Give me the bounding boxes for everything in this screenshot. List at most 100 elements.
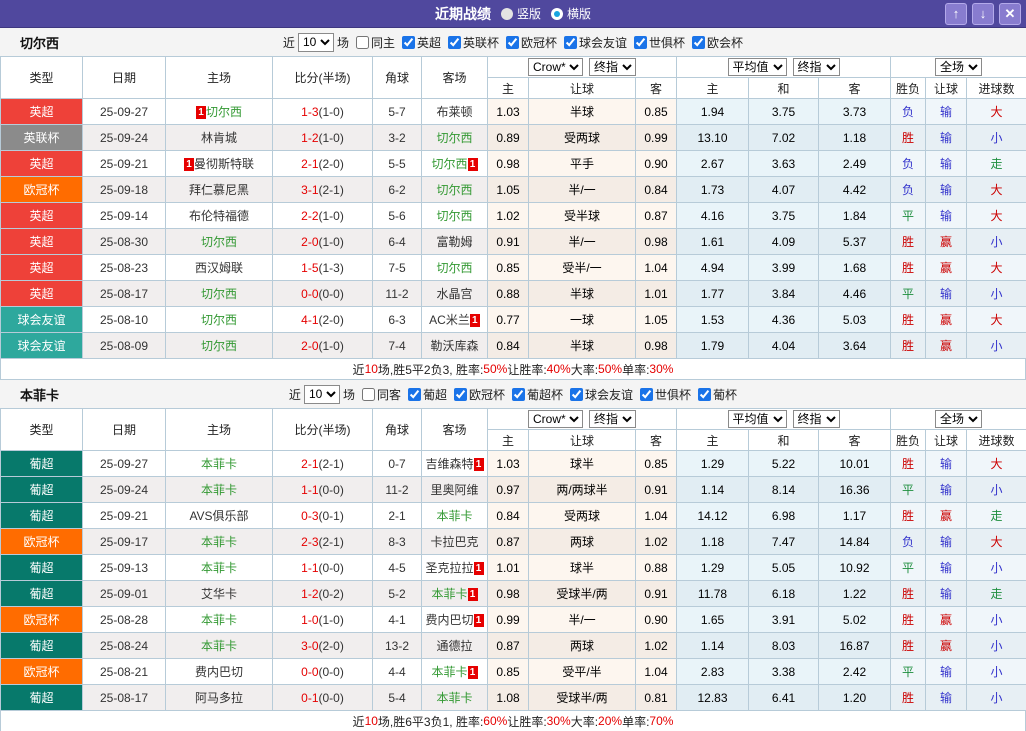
league-checkbox-label: 英联杯 xyxy=(462,35,499,50)
same-venue-checkbox[interactable]: 同客 xyxy=(358,386,401,403)
league-checkbox-input[interactable] xyxy=(407,387,421,401)
league-badge: 英超 xyxy=(0,254,83,281)
fulltime-score: 1-3 xyxy=(301,104,319,119)
layout-radio-vertical[interactable]: 竖版 xyxy=(500,5,541,22)
league-checkbox-葡超[interactable]: 葡超 xyxy=(404,386,447,403)
crown-home-odds: 0.84 xyxy=(487,332,529,359)
away-team: AC米兰 xyxy=(429,313,470,327)
league-checkbox-球会友谊[interactable]: 球会友谊 xyxy=(566,386,633,403)
league-checkbox-input[interactable] xyxy=(634,35,648,49)
odds-stage-select-2[interactable]: 终指 xyxy=(792,58,840,76)
odds-stage-select-2[interactable]: 终指 xyxy=(792,410,840,428)
radio-unselected-icon[interactable] xyxy=(500,7,513,20)
away-team: 水晶宫 xyxy=(436,287,473,301)
avg-draw-odds: 7.02 xyxy=(748,124,819,151)
same-venue-checkbox-input[interactable] xyxy=(355,35,369,49)
avg-draw-odds: 5.22 xyxy=(748,450,819,477)
home-team-cell: 艾华卡 xyxy=(165,580,273,607)
match-date: 25-08-17 xyxy=(82,684,166,711)
league-checkbox-input[interactable] xyxy=(447,35,461,49)
close-button[interactable]: ✕ xyxy=(999,3,1021,25)
sub-header-0: 主 xyxy=(487,77,529,99)
league-checkbox-input[interactable] xyxy=(564,35,578,49)
result-outcome: 平 xyxy=(890,202,927,229)
layout-radio-horizontal[interactable]: 横版 xyxy=(551,5,591,22)
titlebar: 近期战绩 竖版 横版 ↑ ↓ ✕ xyxy=(0,0,1026,28)
move-up-button[interactable]: ↑ xyxy=(945,3,967,25)
same-venue-checkbox-input[interactable] xyxy=(361,387,375,401)
away-team: 富勒姆 xyxy=(436,235,473,249)
league-checkbox-欧冠杯[interactable]: 欧冠杯 xyxy=(502,34,557,51)
league-checkbox-世俱杯[interactable]: 世俱杯 xyxy=(630,34,685,51)
match-count-select[interactable]: 10 xyxy=(297,32,334,52)
full-match-select[interactable]: 全场 xyxy=(935,410,983,428)
avg-draw-odds: 4.07 xyxy=(748,176,819,203)
average-select[interactable]: 平均值 xyxy=(727,410,787,428)
handicap-line: 受平/半 xyxy=(528,658,636,685)
halftime-score: (2-1) xyxy=(318,182,344,197)
home-team-cell: 1 切尔西 xyxy=(165,98,273,125)
league-checkbox-input[interactable] xyxy=(692,35,706,49)
away-team-cell: 水晶宫 xyxy=(421,280,488,307)
result-outcome: 平 xyxy=(890,476,927,503)
home-team: 艾华卡 xyxy=(200,587,237,601)
league-checkbox-球会友谊[interactable]: 球会友谊 xyxy=(560,34,627,51)
same-venue-checkbox[interactable]: 同主 xyxy=(352,34,395,51)
league-checkbox-input[interactable] xyxy=(698,387,712,401)
odds-stage-select-1[interactable]: 终指 xyxy=(589,58,636,76)
league-checkbox-input[interactable] xyxy=(453,387,467,401)
league-checkbox-葡杯[interactable]: 葡杯 xyxy=(694,386,737,403)
halftime-score: (1-3) xyxy=(318,260,344,275)
corners-cell: 3-2 xyxy=(372,124,422,151)
crown-away-odds: 0.91 xyxy=(635,580,677,607)
halftime-score: (0-0) xyxy=(318,482,344,497)
avg-home-odds: 11.78 xyxy=(676,580,749,607)
league-checkbox-input[interactable] xyxy=(640,387,654,401)
bookmaker-select[interactable]: Crow* xyxy=(528,58,583,76)
league-checkbox-input[interactable] xyxy=(570,387,584,401)
crown-away-odds: 0.87 xyxy=(635,202,677,229)
bookmaker-select[interactable]: Crow* xyxy=(528,410,583,428)
league-checkbox-英超[interactable]: 英超 xyxy=(398,34,441,51)
league-checkbox-世俱杯[interactable]: 世俱杯 xyxy=(636,386,691,403)
league-checkbox-欧会杯[interactable]: 欧会杯 xyxy=(688,34,743,51)
full-match-select[interactable]: 全场 xyxy=(935,58,983,76)
league-checkbox-input[interactable] xyxy=(506,35,519,49)
odds-stage-select-1[interactable]: 终指 xyxy=(589,410,636,428)
fulltime-score: 3-1 xyxy=(301,182,319,197)
match-row: 葡超 25-09-27 本菲卡 2-1(2-1) 0-7 吉维森特 1 1.03 球半 0.85 1… xyxy=(0,450,1026,477)
match-date: 25-08-17 xyxy=(82,280,166,307)
score-cell: 1-2(1-0) xyxy=(272,124,373,151)
league-checkbox-葡超杯[interactable]: 葡超杯 xyxy=(508,386,563,403)
avg-away-odds: 1.20 xyxy=(817,684,892,711)
average-select[interactable]: 平均值 xyxy=(727,58,787,76)
result-outcome: 胜 xyxy=(890,306,927,333)
match-date: 25-09-21 xyxy=(82,150,166,177)
league-checkbox-label: 球会友谊 xyxy=(579,35,628,50)
avg-draw-odds: 4.36 xyxy=(748,306,819,333)
league-checkbox-英联杯[interactable]: 英联杯 xyxy=(444,34,499,51)
result-goals: 小 xyxy=(966,684,1026,711)
near-label: 近 xyxy=(282,35,295,50)
score-cell: 3-1(2-1) xyxy=(272,176,373,203)
away-team: 本菲卡 xyxy=(436,691,473,705)
home-team: 本菲卡 xyxy=(200,613,237,627)
sub-header-1: 让球 xyxy=(528,77,636,99)
avg-draw-odds: 3.75 xyxy=(748,98,819,125)
handicap-line: 半球 xyxy=(528,280,636,307)
avg-away-odds: 5.37 xyxy=(817,228,892,255)
move-down-button[interactable]: ↓ xyxy=(972,3,994,25)
league-checkbox-input[interactable] xyxy=(401,35,415,49)
summary-segment: 近 xyxy=(352,714,365,729)
match-count-select[interactable]: 10 xyxy=(303,384,340,404)
score-cell: 1-3(1-0) xyxy=(272,98,373,125)
handicap-line: 受球半/两 xyxy=(528,580,636,607)
crown-home-odds: 0.98 xyxy=(487,580,529,607)
league-checkbox-input[interactable] xyxy=(512,387,525,401)
avg-draw-odds: 7.47 xyxy=(748,528,819,555)
match-date: 25-08-30 xyxy=(82,228,166,255)
league-badge: 葡超 xyxy=(0,632,83,659)
result-goals: 小 xyxy=(966,228,1026,255)
league-checkbox-欧冠杯[interactable]: 欧冠杯 xyxy=(450,386,505,403)
radio-selected-icon[interactable] xyxy=(551,7,563,20)
